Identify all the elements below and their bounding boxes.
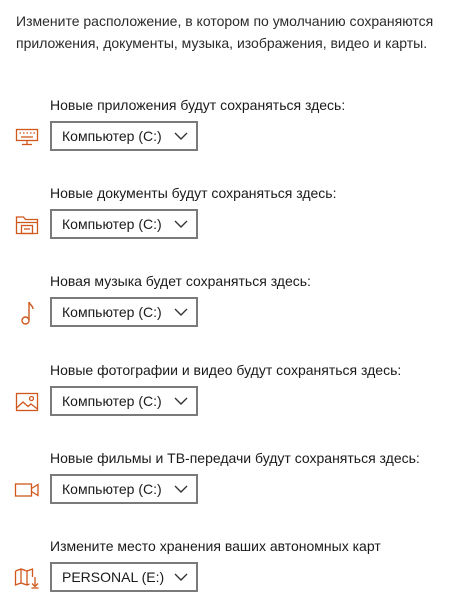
video-camera-icon xyxy=(14,479,40,501)
location-label-apps: Новые приложения будут сохраняться здесь… xyxy=(50,97,346,113)
chevron-down-icon xyxy=(174,308,188,316)
chevron-down-icon xyxy=(174,573,188,581)
chevron-down-icon xyxy=(174,485,188,493)
location-row-music: Новая музыка будет сохраняться здесь: Ко… xyxy=(0,272,452,336)
location-row-documents: Новые документы будут сохраняться здесь:… xyxy=(0,184,452,248)
dropdown-value: PERSONAL (E:) xyxy=(62,569,165,585)
dropdown-value: Компьютер (C:) xyxy=(62,216,162,232)
map-download-icon xyxy=(14,567,40,589)
location-label-photos: Новые фотографии и видео будут сохранять… xyxy=(50,362,402,378)
music-note-icon xyxy=(14,301,40,325)
photos-location-dropdown[interactable]: Компьютер (C:) xyxy=(50,386,198,416)
location-label-maps: Измените место хранения ваших автономных… xyxy=(50,538,381,554)
music-location-dropdown[interactable]: Компьютер (C:) xyxy=(50,297,198,327)
location-row-maps: Измените место хранения ваших автономных… xyxy=(0,537,452,601)
location-label-documents: Новые документы будут сохраняться здесь: xyxy=(50,185,337,201)
location-label-movies: Новые фильмы и ТВ-передачи будут сохраня… xyxy=(50,450,420,466)
dropdown-value: Компьютер (C:) xyxy=(62,393,162,409)
location-label-music: Новая музыка будет сохраняться здесь: xyxy=(50,273,311,289)
chevron-down-icon xyxy=(174,397,188,405)
apps-location-dropdown[interactable]: Компьютер (C:) xyxy=(50,121,198,151)
dropdown-value: Компьютер (C:) xyxy=(62,304,162,320)
dropdown-value: Компьютер (C:) xyxy=(62,481,162,497)
keyboard-icon xyxy=(14,126,40,148)
location-row-movies: Новые фильмы и ТВ-передачи будут сохраня… xyxy=(0,449,452,513)
documents-location-dropdown[interactable]: Компьютер (C:) xyxy=(50,209,198,239)
chevron-down-icon xyxy=(174,132,188,140)
dropdown-value: Компьютер (C:) xyxy=(62,128,162,144)
maps-location-dropdown[interactable]: PERSONAL (E:) xyxy=(50,562,198,592)
chevron-down-icon xyxy=(174,220,188,228)
picture-icon xyxy=(14,391,40,413)
location-row-photos: Новые фотографии и видео будут сохранять… xyxy=(0,361,452,425)
location-row-apps: Новые приложения будут сохраняться здесь… xyxy=(0,96,452,160)
document-folder-icon xyxy=(14,214,40,236)
intro-description: Измените расположение, в котором по умол… xyxy=(16,13,434,51)
movies-location-dropdown[interactable]: Компьютер (C:) xyxy=(50,474,198,504)
